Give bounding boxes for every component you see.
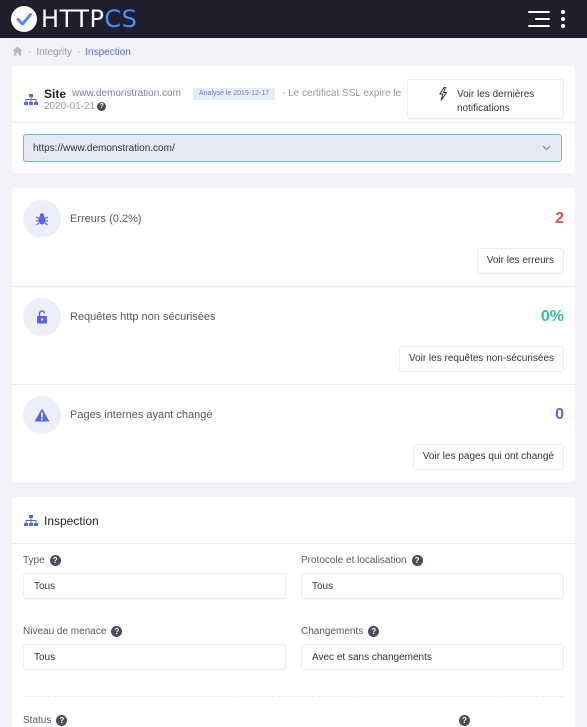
view-changed-pages-button[interactable]: Voir les pages qui ont changé — [412, 444, 564, 470]
brand-logo[interactable]: HTTPCS — [11, 5, 137, 33]
site-url-select[interactable]: https://www.demonstration.com/ — [23, 134, 562, 162]
brand-name-part1: HTTP — [41, 5, 105, 33]
site-url-link[interactable]: www.demonstration.com — [72, 88, 181, 99]
brand-name: HTTPCS — [41, 5, 137, 33]
divider — [12, 384, 575, 385]
chevron-down-icon — [542, 143, 551, 153]
home-icon[interactable] — [12, 46, 23, 59]
changes-label-text: Changements — [301, 626, 364, 637]
analysis-date-badge: Analysé le 2019-12-17 — [193, 88, 276, 100]
stats-card: Erreurs (0.2%) 2 Voir les erreurs Requêt… — [12, 188, 575, 482]
view-notifications-label: Voir les dernières notifications — [457, 89, 535, 114]
status-label-text: Status — [23, 715, 52, 726]
divider — [12, 543, 575, 544]
type-select-value: Tous — [34, 581, 56, 592]
threat-level-label-text: Niveau de menace — [23, 626, 107, 637]
threat-level-label: Niveau de menace? — [23, 626, 123, 637]
protocol-label: Protocole et localisation? — [301, 555, 423, 566]
warning-icon — [23, 396, 61, 434]
help-icon[interactable]: ? — [111, 626, 123, 637]
stat-value-changed-pages: 0 — [555, 406, 564, 423]
checkmark-icon — [11, 6, 37, 32]
sitemap-icon — [24, 94, 38, 109]
breadcrumb-item-integrity[interactable]: Integrity — [36, 47, 72, 58]
ssl-expiry-date: 2020-01-21? — [44, 101, 107, 112]
ssl-date-value: 2020-01-21 — [44, 101, 96, 112]
type-select[interactable]: Tous — [23, 573, 286, 599]
stat-label-errors: Erreurs (0.2%) — [70, 213, 142, 225]
hamburger-menu-icon[interactable] — [528, 9, 550, 29]
threat-level-select-value: Tous — [34, 652, 56, 663]
view-insecure-requests-button[interactable]: Voir les requêtes non-sécurisées — [398, 346, 564, 372]
site-card: Site www.demonstration.com Analysé le 20… — [12, 66, 575, 173]
view-errors-button[interactable]: Voir les erreurs — [476, 248, 564, 274]
help-icon[interactable]: ? — [56, 715, 68, 726]
bug-icon — [23, 200, 61, 238]
changes-select[interactable]: Avec et sans changements — [301, 644, 564, 670]
protocol-select-value: Tous — [312, 581, 334, 592]
breadcrumb: - Integrity - Inspection — [12, 45, 131, 59]
stat-label-insecure-requests: Requêtes http non sécurisées — [70, 311, 216, 323]
unlock-icon — [23, 298, 61, 336]
lightning-icon — [438, 87, 448, 104]
stat-value-errors: 2 — [555, 210, 564, 227]
divider — [23, 696, 564, 697]
divider — [12, 122, 575, 123]
changes-label: Changements? — [301, 626, 380, 637]
help-icon[interactable]: ? — [411, 555, 423, 566]
top-bar: HTTPCS — [0, 0, 587, 38]
view-notifications-button[interactable]: Voir les dernières notifications — [407, 79, 564, 119]
ssl-expiry-text: - Le certificat SSL expire le — [282, 88, 402, 99]
help-icon[interactable]: ? — [97, 102, 107, 111]
brand-name-part2: CS — [104, 5, 138, 33]
status-label: Status? — [23, 715, 68, 726]
protocol-label-text: Protocole et localisation — [301, 555, 407, 566]
threat-level-select[interactable]: Tous — [23, 644, 286, 670]
breadcrumb-item-inspection[interactable]: Inspection — [85, 47, 131, 58]
selected-url: https://www.demonstration.com/ — [33, 143, 175, 154]
site-title: Site — [44, 87, 67, 101]
divider — [12, 286, 575, 287]
type-label-text: Type — [23, 555, 45, 566]
stat-label-changed-pages: Pages internes ayant changé — [70, 409, 213, 421]
help-icon[interactable]: ? — [49, 555, 61, 566]
status-help: ? — [454, 715, 470, 726]
type-label: Type? — [23, 555, 61, 566]
changes-select-value: Avec et sans changements — [312, 652, 432, 663]
inspection-title: Inspection — [44, 514, 99, 528]
sitemap-icon — [24, 515, 38, 530]
stat-value-insecure-requests: 0% — [540, 308, 564, 325]
protocol-select[interactable]: Tous — [301, 573, 564, 599]
inspection-card: Inspection Type? Tous Protocole et local… — [12, 497, 575, 727]
help-icon[interactable]: ? — [459, 715, 470, 726]
more-options-icon[interactable] — [559, 9, 567, 29]
help-icon[interactable]: ? — [368, 626, 380, 637]
